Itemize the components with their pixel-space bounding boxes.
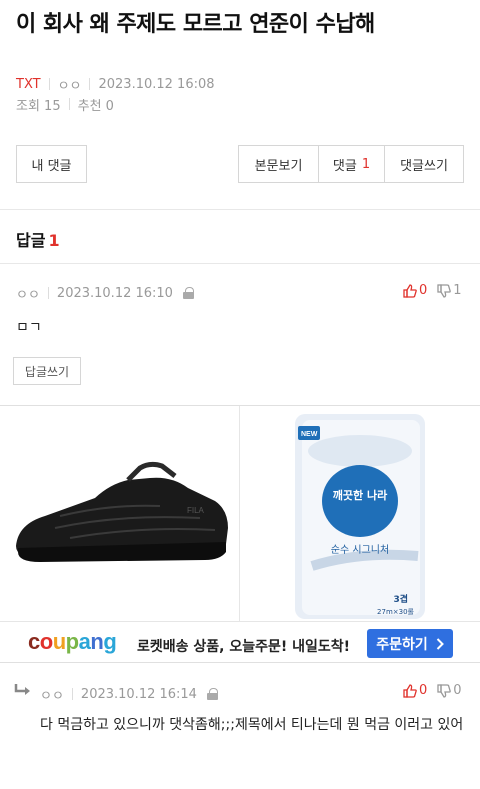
comment-text: ㅁㄱ bbox=[16, 320, 42, 336]
thumbs-down-icon bbox=[437, 283, 452, 298]
post-stats: 조회 15 추천 0 bbox=[16, 95, 114, 114]
section-divider bbox=[0, 209, 480, 210]
shoe-brand-text: FILA bbox=[187, 506, 205, 515]
meta-divider bbox=[71, 688, 73, 700]
comments-button[interactable]: 댓글 1 bbox=[319, 145, 385, 183]
comment-author: ㅇㅇ bbox=[40, 688, 64, 704]
comment-author: ㅇㅇ bbox=[16, 287, 40, 303]
replies-count: 1 bbox=[48, 231, 60, 250]
tissue-count-text: 27m×30롤 bbox=[377, 608, 414, 616]
ip-lock-icon bbox=[182, 287, 194, 299]
post-author-tag: ㅇㅇ bbox=[57, 78, 82, 94]
meta-divider bbox=[89, 78, 91, 90]
downvote-button[interactable]: 0 bbox=[437, 683, 462, 698]
comment-votes: 0 0 bbox=[403, 683, 462, 698]
ad-product-tissue[interactable]: NEW 깨끗한 나라 순수 시그니처 3겹 27m×30롤 bbox=[240, 406, 480, 621]
comments-button-label: 댓글 bbox=[332, 158, 357, 174]
ad-message: 로켓배송 상품, 오늘주문! 내일도착! bbox=[137, 639, 351, 655]
tissue-pack-image: NEW 깨끗한 나라 순수 시그니처 3겹 27m×30롤 bbox=[295, 414, 425, 619]
post-views: 조회 15 bbox=[16, 98, 61, 114]
thumbs-up-icon bbox=[403, 683, 417, 698]
downvote-count: 1 bbox=[453, 283, 462, 298]
downvote-button[interactable]: 1 bbox=[437, 283, 462, 298]
ad-bar: coupang 로켓배송 상품, 오늘주문! 내일도착! 주문하기 bbox=[0, 621, 480, 663]
replies-header: 답글 1 bbox=[16, 227, 60, 251]
section-divider bbox=[0, 263, 480, 264]
meta-divider bbox=[47, 287, 49, 299]
comment-meta: ㅇㅇ 2023.10.12 16:14 bbox=[40, 686, 218, 704]
coupang-ad[interactable]: FILA NEW 깨끗한 나라 순수 시그니처 3겹 27m×30롤 coupa… bbox=[0, 405, 480, 663]
comment-meta: ㅇㅇ 2023.10.12 16:10 bbox=[16, 285, 194, 303]
order-now-label: 주문하기 bbox=[376, 636, 428, 653]
tissue-brand-text: 깨끗한 나라 bbox=[333, 488, 388, 502]
reply-arrow-icon bbox=[14, 684, 30, 695]
comment-date: 2023.10.12 16:14 bbox=[80, 686, 197, 702]
post-date: 2023.10.12 16:08 bbox=[98, 76, 215, 92]
upvote-count: 0 bbox=[419, 683, 428, 698]
downvote-count: 0 bbox=[453, 683, 462, 698]
tissue-pack-text: 3겹 bbox=[393, 593, 408, 605]
upvote-button[interactable]: 0 bbox=[403, 683, 427, 698]
write-reply-button[interactable]: 답글쓰기 bbox=[13, 357, 81, 385]
upvote-count: 0 bbox=[419, 283, 428, 298]
ad-product-shoe[interactable]: FILA bbox=[0, 406, 239, 621]
replies-label: 답글 bbox=[16, 231, 46, 250]
shoe-image: FILA bbox=[16, 461, 228, 562]
post-title: 이 회사 왜 주제도 모르고 연준이 수납해 bbox=[16, 12, 375, 37]
meta-divider bbox=[48, 78, 50, 90]
order-now-button[interactable]: 주문하기 bbox=[367, 629, 453, 658]
tissue-sub-text: 순수 시그니처 bbox=[331, 544, 389, 556]
comments-count: 1 bbox=[361, 156, 371, 172]
write-comment-button[interactable]: 댓글쓰기 bbox=[385, 145, 464, 183]
view-body-button[interactable]: 본문보기 bbox=[238, 145, 319, 183]
tissue-tag-text: NEW bbox=[301, 431, 318, 438]
upvote-button[interactable]: 0 bbox=[403, 283, 427, 298]
post-meta: TXT ㅇㅇ 2023.10.12 16:08 bbox=[16, 75, 215, 94]
meta-divider bbox=[68, 98, 70, 110]
post-recommend: 추천 0 bbox=[77, 98, 114, 114]
ip-lock-icon bbox=[206, 688, 218, 700]
comment-votes: 0 1 bbox=[403, 283, 462, 298]
thumbs-up-icon bbox=[403, 283, 417, 298]
thumbs-down-icon bbox=[437, 683, 452, 698]
my-comments-button[interactable]: 내 댓글 bbox=[16, 145, 87, 183]
comment-date: 2023.10.12 16:10 bbox=[56, 285, 173, 301]
post-author[interactable]: TXT bbox=[16, 77, 41, 92]
chevron-right-icon bbox=[436, 637, 444, 650]
comment-toolbar: 본문보기 댓글 1 댓글쓰기 bbox=[238, 145, 464, 183]
coupang-logo: coupang bbox=[28, 629, 117, 654]
comment-text: 다 먹금하고 있으니까 댓삭좀해;;;제목에서 티나는데 뭔 먹금 이러고 있어 bbox=[40, 717, 464, 733]
